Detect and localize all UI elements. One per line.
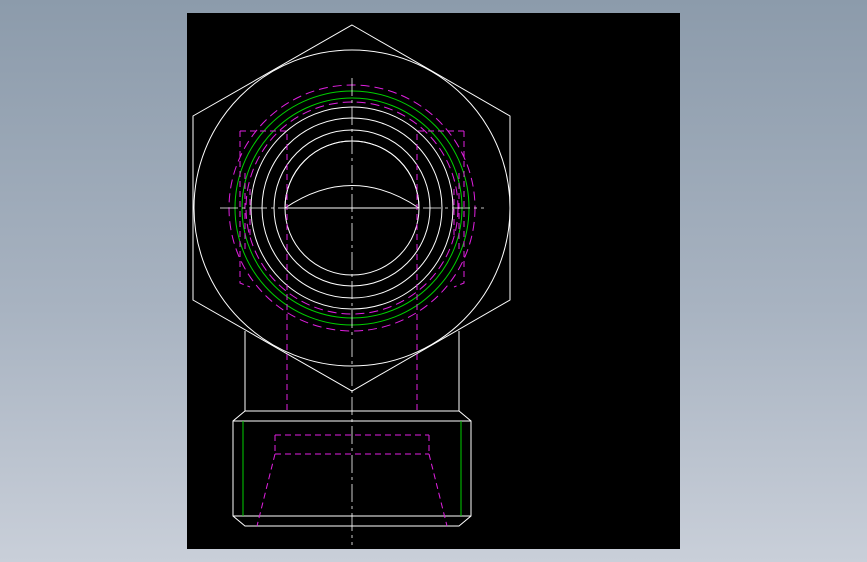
hidden-slot-right [416,130,465,413]
cad-drawing [192,24,511,545]
top-view [192,24,511,545]
hidden-slot-left [239,130,288,413]
cad-viewport[interactable] [187,13,680,549]
